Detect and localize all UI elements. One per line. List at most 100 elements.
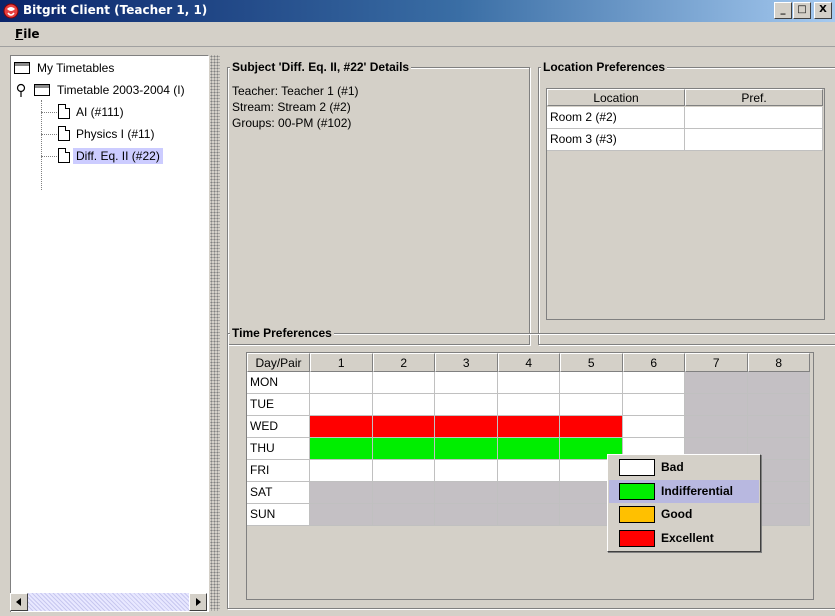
time-slot-cell[interactable] — [310, 394, 373, 416]
location-column-header[interactable]: Location — [547, 89, 685, 106]
pair-header-7[interactable]: 7 — [685, 353, 748, 372]
time-slot-cell[interactable] — [435, 460, 498, 482]
time-slot-cell[interactable] — [497, 460, 560, 482]
location-preferences-title: Location Preferences — [541, 60, 668, 74]
time-slot-cell[interactable] — [310, 482, 373, 504]
minimize-button[interactable]: _ — [774, 2, 792, 19]
folder-icon — [14, 62, 30, 74]
pair-header-1[interactable]: 1 — [310, 353, 373, 372]
time-slot-cell[interactable] — [747, 372, 810, 394]
close-button[interactable]: X — [814, 2, 832, 19]
day-label-sat: SAT — [247, 482, 310, 504]
time-slot-cell[interactable] — [310, 416, 373, 438]
time-slot-cell[interactable] — [372, 482, 435, 504]
tree-connector — [41, 112, 57, 113]
tree-timetable-label: Timetable 2003-2004 (I) — [57, 83, 185, 97]
location-cell[interactable]: Room 3 (#3) — [547, 129, 685, 151]
expand-toggle-icon[interactable] — [14, 83, 28, 97]
timetable-tree[interactable]: My Timetables Timetable 2003-2004 (I) AI… — [10, 55, 209, 612]
popup-item-bad[interactable]: Bad — [609, 456, 759, 479]
popup-item-label: Good — [661, 507, 693, 521]
popup-item-indifferential[interactable]: Indifferential — [609, 479, 759, 503]
location-cell[interactable]: Room 2 (#2) — [547, 107, 685, 129]
day-label-tue: TUE — [247, 394, 310, 416]
time-slot-cell[interactable] — [372, 394, 435, 416]
tree-connector — [41, 100, 42, 190]
tree-root-label: My Timetables — [37, 61, 115, 75]
menu-file-mnemonic: F — [15, 27, 24, 41]
pair-header-2[interactable]: 2 — [372, 353, 435, 372]
close-icon: X — [819, 4, 827, 15]
time-slot-cell[interactable] — [685, 394, 748, 416]
pref-cell[interactable] — [685, 107, 823, 129]
time-slot-cell[interactable] — [622, 372, 685, 394]
time-slot-cell[interactable] — [622, 416, 685, 438]
time-slot-cell[interactable] — [372, 438, 435, 460]
time-slot-cell[interactable] — [310, 460, 373, 482]
tree-horizontal-scrollbar[interactable] — [10, 593, 207, 611]
time-slot-cell[interactable] — [435, 504, 498, 526]
time-slot-cell[interactable] — [497, 394, 560, 416]
pref-column-header[interactable]: Pref. — [685, 89, 823, 106]
time-slot-cell[interactable] — [372, 416, 435, 438]
split-pane-divider[interactable] — [210, 55, 220, 611]
scroll-thumb[interactable] — [28, 593, 189, 611]
time-slot-cell[interactable] — [560, 372, 623, 394]
pair-header-6[interactable]: 6 — [622, 353, 685, 372]
time-slot-cell[interactable] — [560, 416, 623, 438]
time-slot-cell[interactable] — [310, 372, 373, 394]
subject-details-title: Subject 'Diff. Eq. II, #22' Details — [230, 60, 412, 74]
popup-item-label: Indifferential — [661, 483, 734, 498]
time-slot-cell[interactable] — [497, 482, 560, 504]
time-slot-cell[interactable] — [372, 504, 435, 526]
document-icon — [58, 104, 70, 119]
time-slot-cell[interactable] — [310, 504, 373, 526]
time-slot-cell[interactable] — [372, 372, 435, 394]
color-swatch — [619, 529, 655, 547]
time-slot-cell[interactable] — [435, 482, 498, 504]
groups-text: Groups: 00-PM (#102) — [232, 116, 352, 130]
scroll-left-button[interactable] — [10, 593, 28, 611]
time-slot-cell[interactable] — [560, 394, 623, 416]
maximize-button[interactable]: □ — [793, 2, 811, 19]
time-slot-cell[interactable] — [435, 372, 498, 394]
time-slot-cell[interactable] — [685, 416, 748, 438]
pair-header-4[interactable]: 4 — [497, 353, 560, 372]
time-slot-cell[interactable] — [622, 394, 685, 416]
minimize-icon: _ — [780, 4, 786, 15]
pair-header-3[interactable]: 3 — [435, 353, 498, 372]
location-table[interactable]: Location Pref. Room 2 (#2) Room 3 (#3) — [546, 88, 825, 320]
color-swatch — [619, 459, 655, 476]
menu-file[interactable]: File — [15, 27, 40, 41]
menu-file-label: ile — [23, 27, 40, 41]
scroll-right-button[interactable] — [189, 593, 207, 611]
tree-subject-label: AI (#111) — [76, 105, 124, 119]
time-slot-cell[interactable] — [435, 394, 498, 416]
time-slot-cell[interactable] — [497, 372, 560, 394]
pair-header-8[interactable]: 8 — [747, 353, 810, 372]
popup-item-good[interactable]: Good — [609, 503, 759, 526]
time-slot-cell[interactable] — [435, 438, 498, 460]
preference-popup-menu: Bad Indifferential Good Excellent — [607, 454, 761, 552]
tree-connector — [41, 156, 57, 157]
day-label-thu: THU — [247, 438, 310, 460]
time-preferences-title: Time Preferences — [230, 326, 334, 340]
day-label-wed: WED — [247, 416, 310, 438]
pref-cell[interactable] — [685, 129, 823, 151]
time-slot-cell[interactable] — [497, 504, 560, 526]
pair-header-5[interactable]: 5 — [560, 353, 623, 372]
day-pair-header[interactable]: Day/Pair — [247, 353, 310, 372]
color-swatch — [619, 482, 655, 500]
color-swatch — [619, 506, 655, 523]
time-slot-cell[interactable] — [372, 460, 435, 482]
time-slot-cell[interactable] — [747, 416, 810, 438]
time-slot-cell[interactable] — [685, 372, 748, 394]
popup-item-excellent[interactable]: Excellent — [609, 527, 759, 550]
time-slot-cell[interactable] — [435, 416, 498, 438]
time-slot-cell[interactable] — [747, 394, 810, 416]
popup-item-label: Excellent — [661, 530, 714, 545]
time-slot-cell[interactable] — [497, 416, 560, 438]
day-label-mon: MON — [247, 372, 310, 394]
time-slot-cell[interactable] — [497, 438, 560, 460]
time-slot-cell[interactable] — [310, 438, 373, 460]
